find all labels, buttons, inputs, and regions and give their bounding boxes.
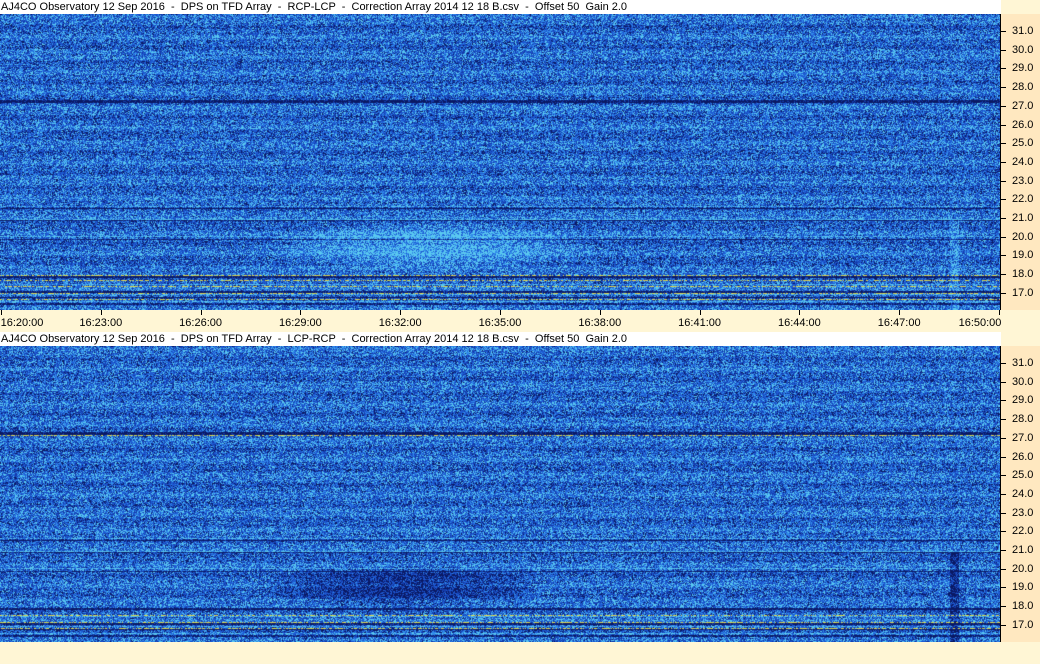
freq-label: 26.0 — [1012, 450, 1034, 463]
time-tick — [500, 310, 501, 315]
freq-tick — [1001, 87, 1006, 89]
freq-label: 21.0 — [1012, 544, 1034, 556]
panel-2-title: AJ4CO Observatory 12 Sep 2016 - DPS on T… — [0, 332, 1001, 346]
freq-tick — [1001, 363, 1006, 364]
freq-tick — [1001, 606, 1006, 608]
freq-tick — [1001, 493, 1006, 495]
freq-label: 27.0 — [1012, 431, 1034, 444]
time-label: 16:38:00 — [578, 317, 622, 329]
freq-tick — [1001, 456, 1006, 458]
time-tick — [300, 310, 302, 315]
freq-label: 23.0 — [1012, 174, 1034, 187]
time-tick — [100, 310, 102, 315]
freq-tick — [1001, 199, 1006, 201]
freq-label: 27.0 — [1012, 99, 1034, 112]
time-tick — [200, 310, 202, 315]
freq-tick — [1001, 400, 1006, 402]
freq-label: 18.0 — [1012, 268, 1034, 281]
time-tick — [599, 310, 601, 315]
freq-label: 30.0 — [1012, 375, 1034, 388]
panel-1-spectrogram-canvas — [0, 14, 1000, 310]
freq-tick — [1001, 292, 1006, 294]
freq-label: 29.0 — [1012, 62, 1034, 75]
freq-tick — [1001, 274, 1006, 276]
panel-1-frequency-axis: 31.0 30.0 29.0 28.0 27.0 26.0 25.0 24.0 23.0 22.0… — [1000, 14, 1040, 310]
time-tick — [999, 310, 1000, 315]
time-label: 16:50:00 — [958, 317, 1002, 329]
freq-tick — [1001, 550, 1006, 551]
time-label: 16:20:00 — [0, 317, 44, 329]
freq-label: 19.0 — [1012, 581, 1034, 594]
freq-label: 21.0 — [1012, 212, 1034, 224]
freq-label: 30.0 — [1012, 43, 1034, 56]
time-label: 16:29:00 — [278, 317, 322, 329]
time-tick — [400, 310, 402, 315]
freq-label: 25.0 — [1012, 469, 1034, 482]
freq-tick — [1001, 180, 1006, 182]
freq-label: 20.0 — [1012, 562, 1034, 575]
freq-tick — [1001, 161, 1006, 163]
freq-tick — [1001, 437, 1006, 439]
freq-label: 17.0 — [1012, 618, 1034, 631]
time-label: 16:23:00 — [79, 317, 123, 329]
footer-bar — [0, 642, 1040, 664]
freq-tick — [1001, 68, 1006, 70]
panel-1-spectrogram — [0, 14, 1000, 310]
freq-label: 22.0 — [1012, 193, 1034, 206]
panel-2-spectrogram — [0, 346, 1000, 642]
time-label: 16:41:00 — [678, 317, 722, 329]
freq-tick — [1001, 255, 1006, 257]
freq-tick — [1001, 587, 1006, 589]
freq-label: 29.0 — [1012, 394, 1034, 407]
freq-tick — [1001, 124, 1006, 126]
freq-tick — [1001, 512, 1006, 514]
freq-tick — [1001, 381, 1006, 383]
freq-tick — [1001, 531, 1006, 533]
freq-tick — [1001, 624, 1006, 626]
freq-label: 20.0 — [1012, 230, 1034, 243]
freq-label: 28.0 — [1012, 413, 1034, 426]
time-label: 16:35:00 — [478, 317, 522, 329]
time-label: 16:26:00 — [179, 317, 223, 329]
freq-label: 24.0 — [1012, 155, 1034, 168]
freq-label: 19.0 — [1012, 249, 1034, 262]
freq-label: 18.0 — [1012, 600, 1034, 613]
freq-tick — [1001, 568, 1006, 570]
freq-tick — [1001, 475, 1006, 477]
time-label: 16:32:00 — [378, 317, 422, 329]
freq-label: 25.0 — [1012, 137, 1034, 150]
freq-label: 31.0 — [1012, 357, 1034, 369]
time-label: 16:44:00 — [777, 317, 821, 329]
freq-tick — [1001, 105, 1006, 107]
panel-2-frequency-axis: 31.0 30.0 29.0 28.0 27.0 26.0 25.0 24.0 23.0 22.0… — [1000, 346, 1040, 642]
time-tick — [799, 310, 801, 315]
freq-label: 23.0 — [1012, 506, 1034, 519]
time-label: 16:47:00 — [877, 317, 921, 329]
freq-tick — [1001, 218, 1006, 219]
freq-label: 31.0 — [1012, 25, 1034, 37]
time-tick — [1, 310, 2, 315]
freq-label: 22.0 — [1012, 525, 1034, 538]
freq-tick — [1001, 419, 1006, 421]
panel-1-title: AJ4CO Observatory 12 Sep 2016 - DPS on T… — [0, 0, 1001, 14]
freq-label: 28.0 — [1012, 81, 1034, 94]
freq-tick — [1001, 143, 1006, 145]
time-tick — [699, 310, 701, 315]
panel-2-spectrogram-canvas — [0, 346, 1000, 642]
time-tick — [899, 310, 901, 315]
time-axis: 16:20:00 16:23:00 16:26:00 16:29:00 16:32:00… — [0, 310, 1040, 332]
freq-tick — [1001, 49, 1006, 51]
freq-label: 26.0 — [1012, 118, 1034, 131]
freq-label: 17.0 — [1012, 286, 1034, 299]
freq-label: 24.0 — [1012, 487, 1034, 500]
freq-tick — [1001, 236, 1006, 238]
freq-tick — [1001, 31, 1006, 32]
